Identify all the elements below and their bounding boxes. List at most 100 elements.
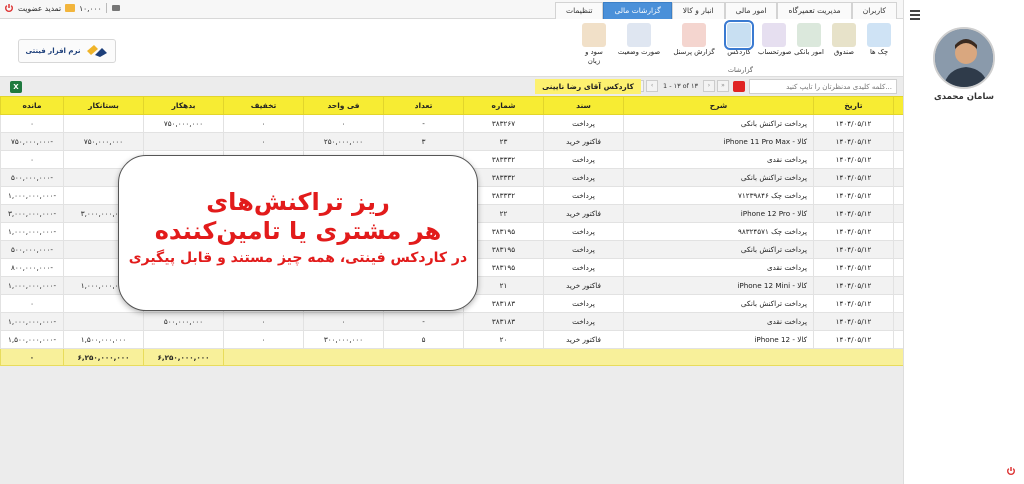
table-cell: ۱,۵۰۰,۰۰۰,۰۰۰ — [63, 330, 144, 349]
column-header[interactable]: تخفیف — [223, 96, 304, 115]
tool-profit-loss[interactable]: سود و زیان — [578, 21, 610, 66]
tab-1[interactable]: مدیریت تعمیرگاه — [777, 2, 852, 19]
table-cell: -۵۰۰,۰۰۰,۰۰۰ — [0, 240, 64, 259]
cashbox-icon — [832, 23, 856, 47]
table-cell: ۰ — [223, 114, 304, 133]
video-help-icon[interactable] — [733, 81, 745, 92]
table-cell: کالا - iPhone 12 — [623, 330, 814, 349]
table-cell: پرداخت نقدی — [623, 312, 814, 331]
column-header[interactable]: سند — [543, 96, 624, 115]
tool-checks[interactable]: چک ها — [863, 21, 895, 66]
profit-loss-icon — [582, 23, 606, 47]
tool-label: سود و زیان — [585, 48, 603, 65]
column-header[interactable]: تعداد — [383, 96, 464, 115]
tab-3[interactable]: انبار و کالا — [671, 2, 725, 19]
search-input[interactable] — [749, 79, 897, 94]
tool-bank[interactable]: امور بانکی — [793, 21, 825, 66]
table-cell: کالا - iPhone 12 Mini — [623, 276, 814, 295]
tool-cashbox[interactable]: صندوق — [828, 21, 860, 66]
table-cell: ۱۴۰۴/۰۵/۱۲ — [813, 258, 894, 277]
table-cell: پرداخت — [543, 186, 624, 205]
empty-area — [0, 377, 903, 484]
table-cell: -۸۰۰,۰۰۰,۰۰۰ — [0, 258, 64, 277]
pager-info: 1 - ۱۳ of ۱۳ — [663, 82, 698, 90]
tool-invoice[interactable]: صورتحساب — [758, 21, 792, 66]
tool-kardex[interactable]: کاردکس — [723, 20, 755, 66]
table-row[interactable]: ۱۲۱۴۰۴/۰۵/۱۲پرداخت نقدیپرداخت۳۸۳۱۸۳-۰۰۵۰… — [0, 312, 924, 331]
table-cell: ۰ — [223, 132, 304, 151]
tab-2[interactable]: امور مالی — [724, 2, 778, 19]
table-cell: -۳,۰۰۰,۰۰۰,۰۰۰ — [0, 204, 64, 223]
invoice-icon — [762, 23, 786, 47]
excel-export-icon[interactable]: X — [10, 81, 22, 93]
table-cell: -۱,۰۰۰,۰۰۰,۰۰۰ — [0, 312, 64, 331]
totals-row: ۶,۲۵۰,۰۰۰,۰۰۰ ۶,۲۵۰,۰۰۰,۰۰۰ ۰ — [0, 348, 924, 366]
column-header[interactable]: شماره — [463, 96, 544, 115]
brand-logo-icon — [86, 45, 107, 57]
overlay-line-3: در کاردکس فینتی، همه چیز مستند و قابل پی… — [128, 250, 468, 266]
divider — [105, 3, 107, 13]
table-cell: ۵ — [383, 330, 464, 349]
table-cell — [63, 312, 144, 331]
avatar[interactable] — [933, 27, 995, 89]
table-cell: ۲۰ — [463, 330, 544, 349]
column-header[interactable]: شرح — [623, 96, 814, 115]
table-cell: ۱۴۰۴/۰۵/۱۲ — [813, 294, 894, 313]
table-row[interactable]: ۲۱۴۰۴/۰۵/۱۲کالا - iPhone 11 Pro Maxفاکتو… — [0, 132, 924, 151]
table-cell: ۱۴۰۴/۰۵/۱۲ — [813, 222, 894, 241]
app-window: تمدید عضویت ۱۰,۰۰۰ کاربران مدیریت تعمیرگا… — [0, 0, 1024, 484]
main-tabs: کاربران مدیریت تعمیرگاه امور مالی انبار و ک… — [555, 2, 897, 19]
column-header[interactable]: فی واحد — [303, 96, 384, 115]
tool-label: صندوق — [834, 48, 854, 56]
table-row[interactable]: ۱۱۴۰۴/۰۵/۱۲پرداخت تراکنش بانکیپرداخت۳۸۳۲… — [0, 114, 924, 133]
next-page-button[interactable]: ‹ — [646, 80, 659, 92]
total-debit: ۶,۲۵۰,۰۰۰,۰۰۰ — [143, 348, 224, 366]
logout-icon[interactable] — [1006, 466, 1016, 476]
bank-icon — [797, 23, 821, 47]
totals-spacer — [223, 348, 924, 366]
table-cell: ۰ — [303, 312, 384, 331]
column-header[interactable]: تاریخ — [813, 96, 894, 115]
total-balance: ۰ — [0, 348, 64, 366]
column-header[interactable]: بستانکار — [63, 96, 144, 115]
column-header[interactable]: بدهکار — [143, 96, 224, 115]
first-page-button[interactable]: » — [717, 80, 729, 92]
tab-0[interactable]: کاربران — [851, 2, 897, 19]
renew-membership-link[interactable]: تمدید عضویت — [18, 4, 61, 13]
table-row[interactable]: ۱۳۱۴۰۴/۰۵/۱۲کالا - iPhone 12فاکتور خرید۲… — [0, 330, 924, 349]
table-cell: ۰ — [223, 312, 304, 331]
kardex-icon — [724, 20, 754, 50]
gear-icon[interactable] — [111, 4, 121, 12]
table-cell — [63, 114, 144, 133]
column-header[interactable]: مانده — [0, 96, 64, 115]
prev-page-button[interactable]: › — [703, 80, 715, 92]
power-icon[interactable] — [4, 3, 14, 13]
menu-icon[interactable] — [910, 10, 920, 20]
overlay-line-2: هر مشتری یا تامین‌کننده — [154, 217, 442, 245]
table-cell: پرداخت — [543, 222, 624, 241]
table-cell: ۰ — [223, 330, 304, 349]
overlay-line-1: ریز تراکنش‌های — [206, 188, 390, 216]
table-cell: - — [383, 114, 464, 133]
table-header: #تاریخشرحسندشمارهتعدادفی واحدتخفیفبدهکار… — [0, 96, 924, 115]
tool-label: کاردکس — [727, 48, 751, 56]
promo-overlay: ریز تراکنش‌های هر مشتری یا تامین‌کننده د… — [118, 155, 478, 311]
table-cell: -۵۰۰,۰۰۰,۰۰۰ — [0, 168, 64, 187]
table-cell: -۱,۰۰۰,۰۰۰,۰۰۰ — [0, 222, 64, 241]
table-cell: فاکتور خرید — [543, 276, 624, 295]
total-credit: ۶,۲۵۰,۰۰۰,۰۰۰ — [63, 348, 144, 366]
table-cell: پرداخت تراکنش بانکی — [623, 114, 814, 133]
balance-value: ۱۰,۰۰۰ — [79, 3, 102, 13]
table-cell: ۲۳ — [463, 132, 544, 151]
table-cell: پرداخت چک ۹۸۳۲۴۵۷۱ — [623, 222, 814, 241]
tool-label: صورتحساب — [758, 48, 792, 56]
tools-group-label: گزارشات — [727, 66, 753, 74]
tool-statement[interactable]: صورت وضعیت — [613, 21, 665, 66]
table-cell: کالا - iPhone 12 Pro — [623, 204, 814, 223]
tab-4[interactable]: گزارشات مالی — [603, 2, 672, 19]
tab-5[interactable]: تنظیمات — [555, 2, 604, 19]
table-cell: پرداخت نقدی — [623, 258, 814, 277]
table-cell: ۳۸۳۳۳۲ — [463, 150, 544, 169]
brand-logo[interactable]: نرم افزار فینتی — [18, 39, 116, 63]
tool-staff-report[interactable]: گزارش پرسنل — [668, 21, 720, 66]
